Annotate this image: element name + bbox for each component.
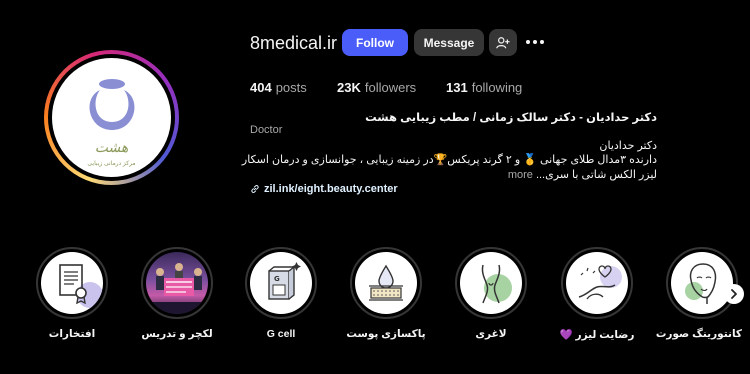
highlight-label: رضایت لیزر 💜: [559, 329, 635, 341]
profile-link-text: zil.ink/eight.beauty.center: [264, 183, 398, 195]
followers-stat[interactable]: 23K followers: [337, 80, 416, 95]
highlight-achievements[interactable]: افتخارات: [32, 247, 112, 340]
highlights-next-button[interactable]: [724, 284, 744, 304]
highlight-skin-cleansing[interactable]: پاکسازی پوست: [346, 247, 426, 340]
highlight-label: پاکسازی پوست: [346, 328, 426, 340]
highlight-label: لاغری: [475, 328, 507, 340]
link-icon: [251, 185, 259, 193]
chevron-right-icon: [731, 289, 737, 299]
profile-category: Doctor: [250, 124, 283, 136]
followers-label: followers: [364, 80, 417, 95]
highlight-gcell[interactable]: G G cell: [241, 247, 321, 340]
bio-line-3: لیزر الکس شاتی با سری... more: [237, 168, 657, 181]
posts-stat: 404 posts: [250, 80, 307, 95]
body-slimming-icon: [481, 264, 501, 304]
highlight-label: افتخارات: [48, 328, 96, 340]
following-count: 131: [446, 80, 468, 95]
followers-count: 23K: [337, 80, 361, 95]
bio-more-link[interactable]: more: [508, 169, 533, 181]
suggested-users-button[interactable]: [489, 29, 517, 56]
highlight-label: G cell: [266, 328, 296, 340]
posts-count: 404: [250, 80, 272, 95]
following-label: following: [471, 80, 523, 95]
gcell-box-icon: G: [268, 262, 301, 300]
options-menu-button[interactable]: [524, 33, 546, 51]
username: 8medical.ir: [250, 33, 338, 53]
laser-satisfaction-icon: [578, 265, 616, 300]
following-stat[interactable]: 131 following: [446, 80, 522, 95]
clinic-logo: هشت مرکز درمانی زیبایی: [52, 58, 171, 177]
profile-full-name: دکتر حدادیان - دکتر سالک زمانی / مطب زیب…: [365, 112, 657, 124]
message-button[interactable]: Message: [414, 29, 484, 56]
logo-subtext: مرکز درمانی زیبایی: [87, 161, 136, 167]
svg-text:G: G: [274, 275, 280, 283]
lecture-photo: [146, 263, 208, 314]
profile-avatar[interactable]: هشت مرکز درمانی زیبایی: [44, 50, 179, 185]
bio-truncated-text: لیزر الکس شاتی با سری...: [535, 169, 657, 181]
profile-link[interactable]: zil.ink/eight.beauty.center: [250, 183, 398, 195]
skin-cleansing-icon: [369, 264, 403, 301]
posts-label: posts: [275, 80, 307, 95]
add-user-icon: [496, 36, 510, 48]
highlight-slimming[interactable]: لاغری: [451, 247, 531, 340]
highlight-label: کانتورینگ صورت: [655, 328, 742, 340]
follow-button[interactable]: Follow: [342, 29, 408, 56]
certificate-icon: [59, 264, 87, 305]
highlight-laser-satisfaction[interactable]: رضایت لیزر 💜: [557, 247, 637, 341]
logo-text: هشت: [94, 140, 129, 156]
highlight-lectures[interactable]: لکچر و تدریس: [137, 247, 217, 340]
face-contouring-icon: [689, 263, 717, 304]
highlight-label: لکچر و تدریس: [141, 328, 213, 340]
more-dots-icon: [526, 40, 530, 44]
bio-line-1: دکتر حدادیان: [599, 140, 657, 152]
bio-line-2: دارنده ۳مدال طلای جهانی 🥇 و ۲ گرند پریکس…: [241, 154, 657, 166]
